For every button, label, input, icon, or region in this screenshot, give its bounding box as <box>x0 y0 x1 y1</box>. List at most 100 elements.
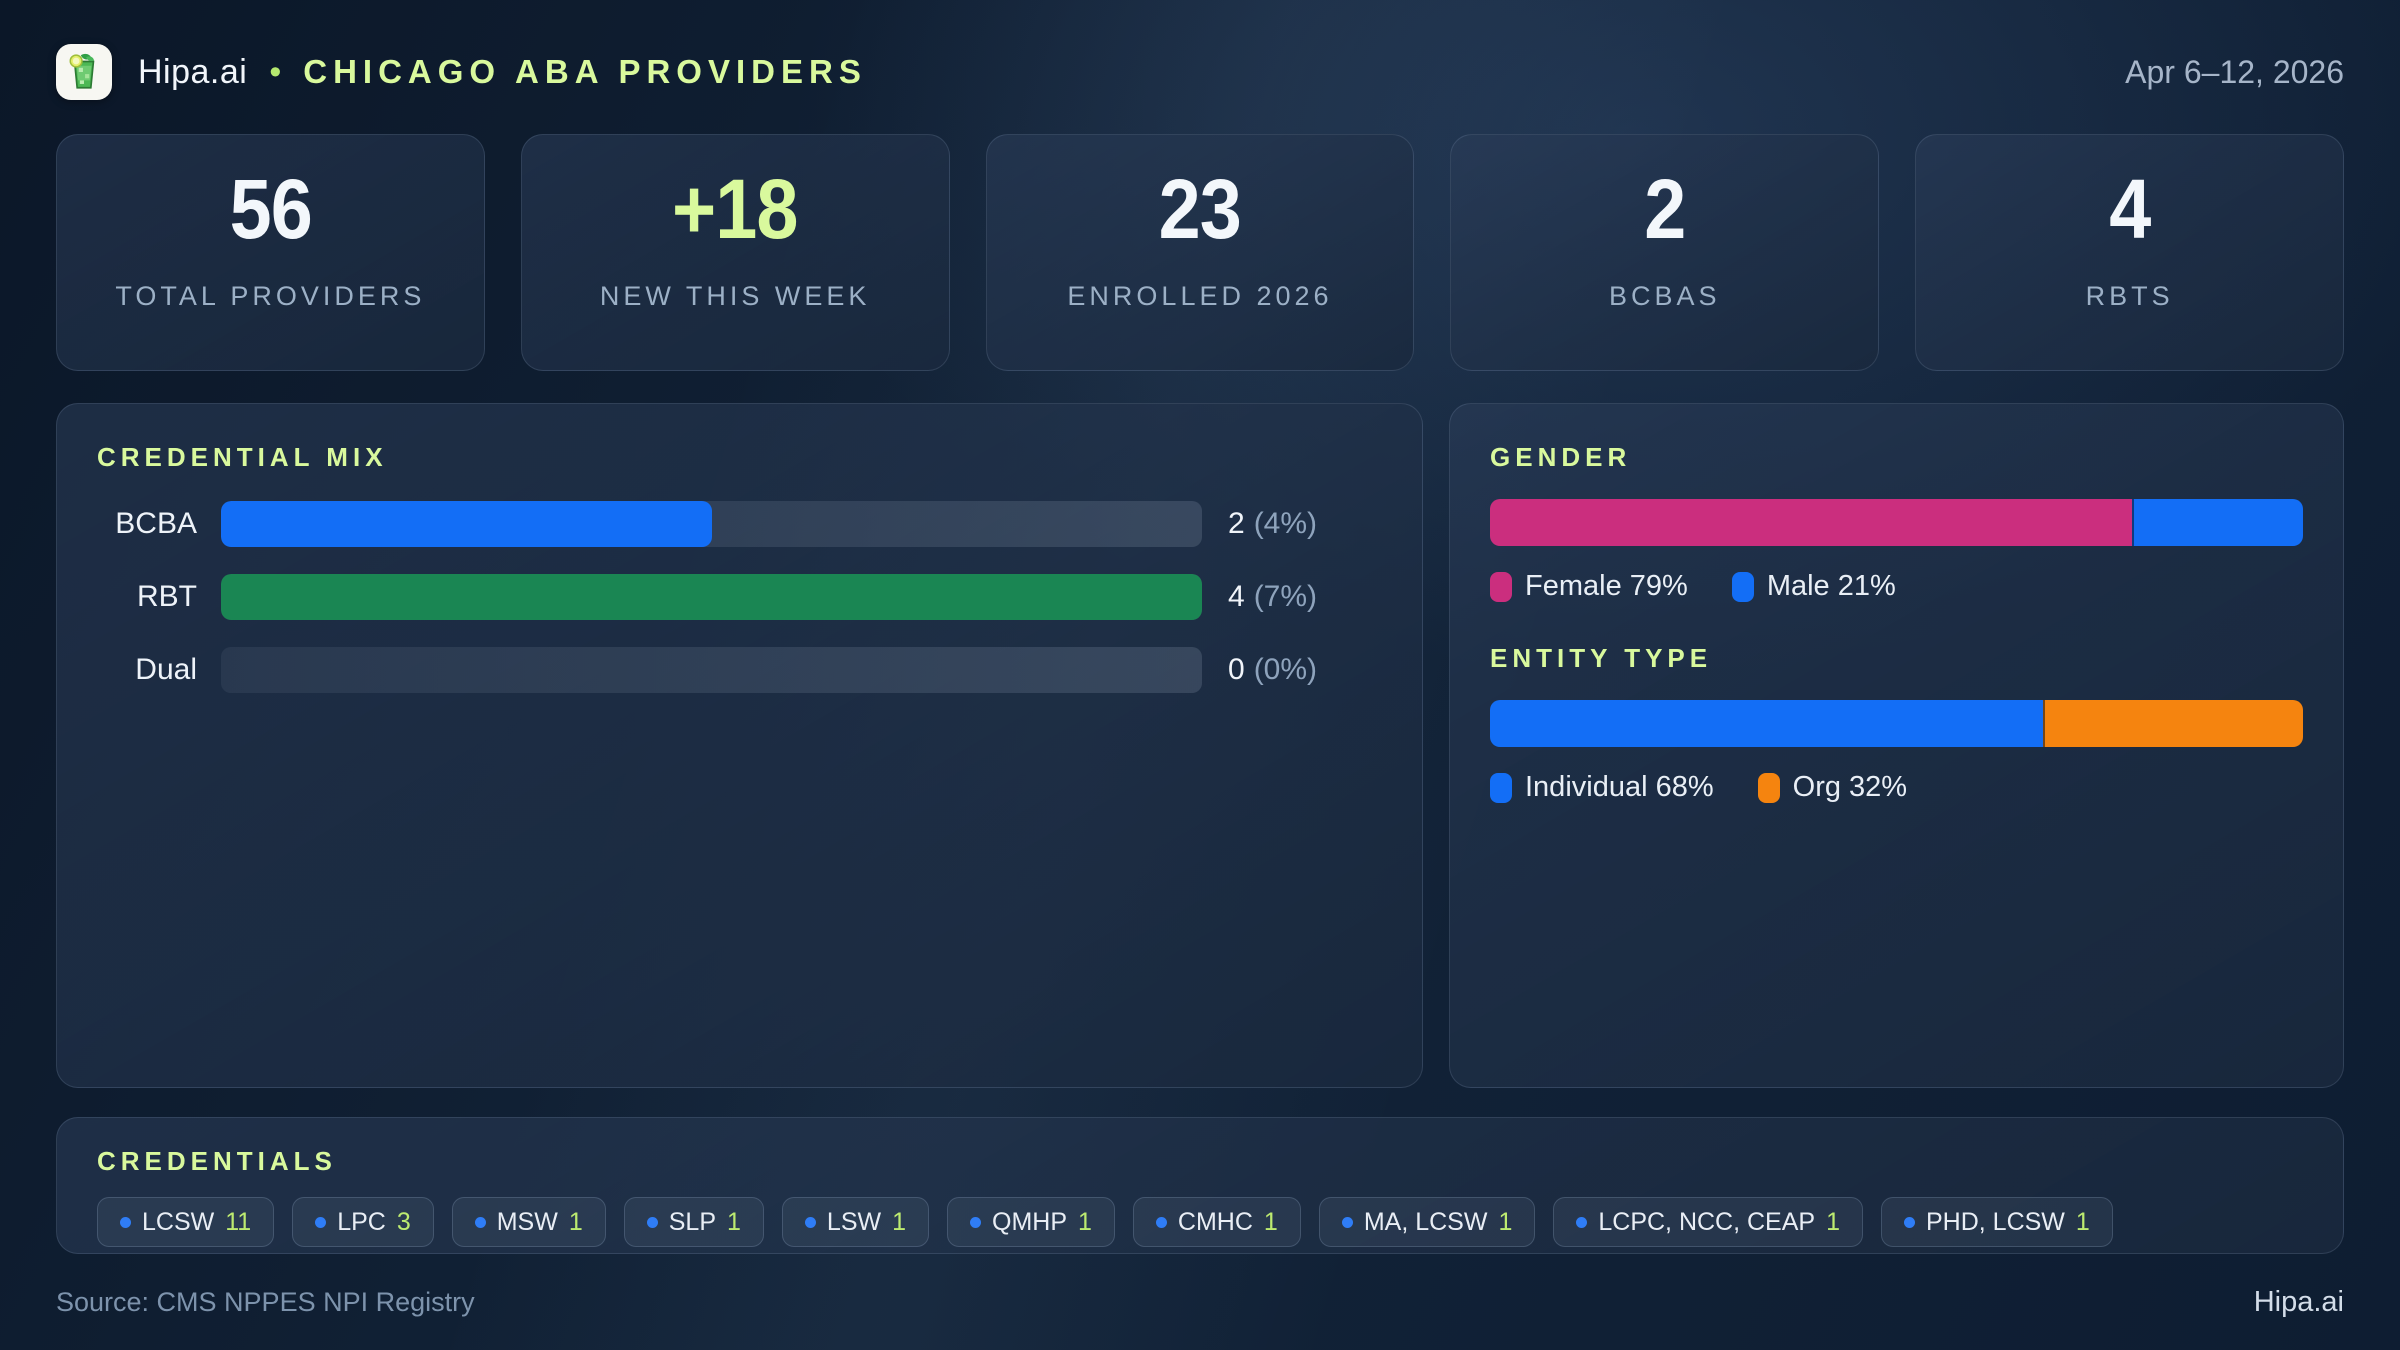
credential-badge: LCSW 11 <box>97 1197 274 1247</box>
stat-label: ENROLLED 2026 <box>1067 281 1332 312</box>
credential-mix-chart: BCBA 2 (4%) RBT 4 (7 <box>97 501 1382 693</box>
badge-label: PHD, LCSW <box>1926 1208 2065 1237</box>
male-swatch <box>1732 572 1754 602</box>
credential-badge: SLP 1 <box>624 1197 764 1247</box>
badge-label: QMHP <box>992 1208 1067 1237</box>
credential-badge: LSW 1 <box>782 1197 929 1247</box>
bar-label: RBT <box>97 580 221 614</box>
badge-label: LCPC, NCC, CEAP <box>1598 1208 1815 1237</box>
date-range: Apr 6–12, 2026 <box>2125 54 2344 91</box>
gender-female-segment <box>1490 499 2132 546</box>
badge-label: CMHC <box>1178 1208 1253 1237</box>
legend-item-female: Female 79% <box>1490 570 1688 603</box>
stat-label: BCBAS <box>1609 281 1721 312</box>
bar-label: Dual <box>97 653 221 687</box>
footer-brand: Hipa.ai <box>2254 1286 2344 1319</box>
credential-badge: LPC 3 <box>292 1197 434 1247</box>
bar-row-bcba: BCBA 2 (4%) <box>97 501 1382 547</box>
stat-card-total-providers: 56 TOTAL PROVIDERS <box>56 134 485 371</box>
badge-label: LPC <box>337 1208 386 1237</box>
mojito-drink-icon <box>63 51 105 93</box>
stat-value: 4 <box>2109 167 2150 251</box>
entity-type-legend: Individual 68% Org 32% <box>1490 771 2303 804</box>
bar-value: 0 (0%) <box>1202 653 1382 687</box>
stat-card-new-this-week: +18 NEW THIS WEEK <box>521 134 950 371</box>
credential-mix-panel: CREDENTIAL MIX BCBA 2 (4%) RBT <box>56 403 1423 1088</box>
entity-type-title: ENTITY TYPE <box>1490 643 2303 674</box>
badge-count: 1 <box>727 1208 741 1237</box>
badge-dot-icon <box>647 1217 658 1228</box>
credential-badge: MSW 1 <box>452 1197 606 1247</box>
bar-value: 2 (4%) <box>1202 507 1382 541</box>
stat-cards-row: 56 TOTAL PROVIDERS +18 NEW THIS WEEK 23 … <box>56 134 2344 371</box>
bar-fill <box>221 501 712 547</box>
credential-badge: QMHP 1 <box>947 1197 1115 1247</box>
stat-value: 56 <box>229 167 311 251</box>
stat-card-bcbas: 2 BCBAS <box>1450 134 1879 371</box>
entity-org-segment <box>2043 700 2303 747</box>
legend-item-individual: Individual 68% <box>1490 771 1714 804</box>
bar-label: BCBA <box>97 507 221 541</box>
badge-dot-icon <box>1342 1217 1353 1228</box>
bar-fill <box>221 574 1202 620</box>
badge-count: 3 <box>397 1208 411 1237</box>
legend-label: Female 79% <box>1525 570 1688 603</box>
gender-entity-panel: GENDER Female 79% Male 21% ENTITY TYPE <box>1449 403 2344 1088</box>
bar-count: 2 <box>1228 507 1245 541</box>
source-attribution: Source: CMS NPPES NPI Registry <box>56 1287 475 1318</box>
badge-dot-icon <box>1904 1217 1915 1228</box>
bar-percent: (4%) <box>1254 507 1317 541</box>
badge-dot-icon <box>315 1217 326 1228</box>
credential-badge: LCPC, NCC, CEAP 1 <box>1553 1197 1863 1247</box>
entity-individual-segment <box>1490 700 2043 747</box>
credential-mix-title: CREDENTIAL MIX <box>97 442 1382 473</box>
badge-label: MSW <box>497 1208 558 1237</box>
gender-legend: Female 79% Male 21% <box>1490 570 2303 603</box>
badge-dot-icon <box>970 1217 981 1228</box>
badge-count: 1 <box>2076 1208 2090 1237</box>
badge-count: 11 <box>225 1208 251 1237</box>
header: Hipa.ai • CHICAGO ABA PROVIDERS Apr 6–12… <box>56 44 2344 100</box>
bar-track <box>221 574 1202 620</box>
bar-value: 4 (7%) <box>1202 580 1382 614</box>
legend-item-org: Org 32% <box>1758 771 1907 804</box>
gender-title: GENDER <box>1490 442 2303 473</box>
badge-dot-icon <box>805 1217 816 1228</box>
bar-track <box>221 501 1202 547</box>
credential-badge: PHD, LCSW 1 <box>1881 1197 2113 1247</box>
credential-badge: MA, LCSW 1 <box>1319 1197 1536 1247</box>
bar-count: 0 <box>1228 653 1245 687</box>
badge-label: SLP <box>669 1208 716 1237</box>
stat-value: +18 <box>672 167 798 251</box>
badge-count: 1 <box>569 1208 583 1237</box>
badge-dot-icon <box>475 1217 486 1228</box>
gender-stacked-bar <box>1490 499 2303 546</box>
stat-label: RBTS <box>2086 281 2174 312</box>
badge-dot-icon <box>1576 1217 1587 1228</box>
stat-card-rbts: 4 RBTS <box>1915 134 2344 371</box>
middle-row: CREDENTIAL MIX BCBA 2 (4%) RBT <box>56 403 2344 1088</box>
bar-percent: (7%) <box>1254 580 1317 614</box>
legend-label: Male 21% <box>1767 570 1896 603</box>
legend-item-male: Male 21% <box>1732 570 1896 603</box>
bar-row-rbt: RBT 4 (7%) <box>97 574 1382 620</box>
badge-dot-icon <box>1156 1217 1167 1228</box>
dashboard: Hipa.ai • CHICAGO ABA PROVIDERS Apr 6–12… <box>0 0 2400 1350</box>
legend-label: Org 32% <box>1793 771 1907 804</box>
female-swatch <box>1490 572 1512 602</box>
stat-value: 23 <box>1159 167 1241 251</box>
badge-count: 1 <box>1078 1208 1092 1237</box>
credentials-badge-list: LCSW 11 LPC 3 MSW 1 SLP 1 LSW 1 <box>97 1197 2303 1247</box>
badge-dot-icon <box>120 1217 131 1228</box>
badge-count: 1 <box>1498 1208 1512 1237</box>
app-logo <box>56 44 112 100</box>
page-title: CHICAGO ABA PROVIDERS <box>303 53 867 91</box>
brand-name: Hipa.ai <box>138 53 247 92</box>
bar-track <box>221 647 1202 693</box>
legend-label: Individual 68% <box>1525 771 1714 804</box>
bar-percent: (0%) <box>1254 653 1317 687</box>
credential-badge: CMHC 1 <box>1133 1197 1301 1247</box>
badge-label: LCSW <box>142 1208 214 1237</box>
badge-label: LSW <box>827 1208 881 1237</box>
entity-type-stacked-bar <box>1490 700 2303 747</box>
